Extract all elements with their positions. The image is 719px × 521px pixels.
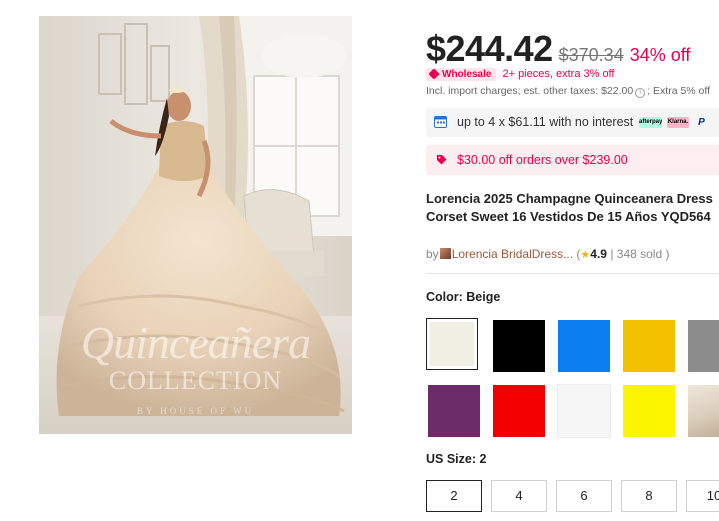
afterpay-logo-icon: afterpay <box>639 117 662 128</box>
tag-icon <box>428 68 440 80</box>
swatch-fill <box>688 385 719 437</box>
swatch-fill <box>558 320 610 372</box>
close-paren: ) <box>662 247 670 261</box>
installment-banner[interactable]: up to 4 x $61.11 with no interest afterp… <box>426 108 719 137</box>
seller-avatar[interactable] <box>439 248 451 259</box>
color-swatch-gray[interactable] <box>688 320 719 372</box>
size-option-4[interactable]: 4 <box>491 480 547 512</box>
rating-separator: | <box>606 247 617 261</box>
seller-rating: 4.9 <box>590 247 607 261</box>
swatch-fill <box>428 385 480 437</box>
color-swatch-as-picture[interactable] <box>688 385 719 437</box>
swatch-fill <box>557 384 611 438</box>
calendar-icon <box>434 116 447 128</box>
original-price: $370.34 <box>558 45 624 65</box>
swatch-fill <box>688 320 719 372</box>
wholesale-offer: 2+ pieces, extra 3% off <box>502 68 615 80</box>
product-title-line-2: Corset Sweet 16 Vestidos De 15 Años YQD5… <box>426 209 711 224</box>
product-info: $244.42 $370.34 34% off Wholesale 2+ pieces… <box>426 0 719 521</box>
color-label: Color: Beige <box>426 290 501 304</box>
discount-percent: 34% off <box>629 45 691 65</box>
tax-text: Incl. import charges; est. other taxes: … <box>426 85 634 97</box>
color-swatch-purple[interactable] <box>428 385 480 437</box>
swatch-fill <box>493 320 545 372</box>
wholesale-row: Wholesale 2+ pieces, extra 3% off <box>426 68 614 81</box>
product-image[interactable]: Quinceañera COLLECTION BY HOUSE OF WU <box>39 16 352 434</box>
sold-count: 348 sold <box>616 247 663 261</box>
product-title-line-1: Lorencia 2025 Champagne Quinceanera Dres… <box>426 191 713 206</box>
color-swatch-grid <box>426 318 719 442</box>
current-price: $244.42 <box>426 28 553 69</box>
paypal-logo-icon: P <box>698 117 705 128</box>
swatch-fill <box>430 322 474 366</box>
size-label: US Size: 2 <box>426 452 487 466</box>
star-icon: ★ <box>580 249 591 261</box>
size-option-8[interactable]: 8 <box>621 480 677 512</box>
size-option-6[interactable]: 6 <box>556 480 612 512</box>
seller-row: by Lorencia BridalDress... (★4.9 | 348 so… <box>426 247 670 261</box>
seller-name-link[interactable]: Lorencia BridalDress... <box>452 247 573 261</box>
swatch-fill <box>623 385 675 437</box>
tax-info: Incl. import charges; est. other taxes: … <box>426 85 710 98</box>
color-swatch-beige[interactable] <box>426 318 478 370</box>
color-swatch-gold[interactable] <box>623 320 675 372</box>
wholesale-badge[interactable]: Wholesale <box>426 68 497 81</box>
extra-discount-text: ; Extra 5% off <box>647 85 711 97</box>
installment-text: up to 4 x $61.11 with no interest <box>457 115 634 129</box>
seller-prefix: by <box>426 247 439 261</box>
coupon-text: $30.00 off orders over $239.00 <box>457 153 628 167</box>
color-swatch-red[interactable] <box>493 385 545 437</box>
product-title: Lorencia 2025 Champagne Quinceanera Dres… <box>426 190 719 226</box>
color-swatch-black[interactable] <box>493 320 545 372</box>
swatch-fill <box>493 385 545 437</box>
size-option-10[interactable]: 10 <box>686 480 719 512</box>
swatch-fill <box>623 320 675 372</box>
wholesale-badge-label: Wholesale <box>442 69 492 80</box>
size-option-2[interactable]: 2 <box>426 480 482 512</box>
coupon-tag-icon <box>437 155 447 165</box>
dress-photo <box>39 16 352 434</box>
color-swatch-blue[interactable] <box>558 320 610 372</box>
info-icon[interactable]: i <box>635 88 646 98</box>
color-swatch-white[interactable] <box>557 384 611 438</box>
price-row: $244.42 $370.34 34% off <box>426 28 690 70</box>
divider <box>426 273 719 274</box>
color-swatch-yellow[interactable] <box>623 385 675 437</box>
coupon-banner[interactable]: $30.00 off orders over $239.00 <box>426 145 719 175</box>
klarna-logo-icon: Klarna. <box>667 117 689 128</box>
